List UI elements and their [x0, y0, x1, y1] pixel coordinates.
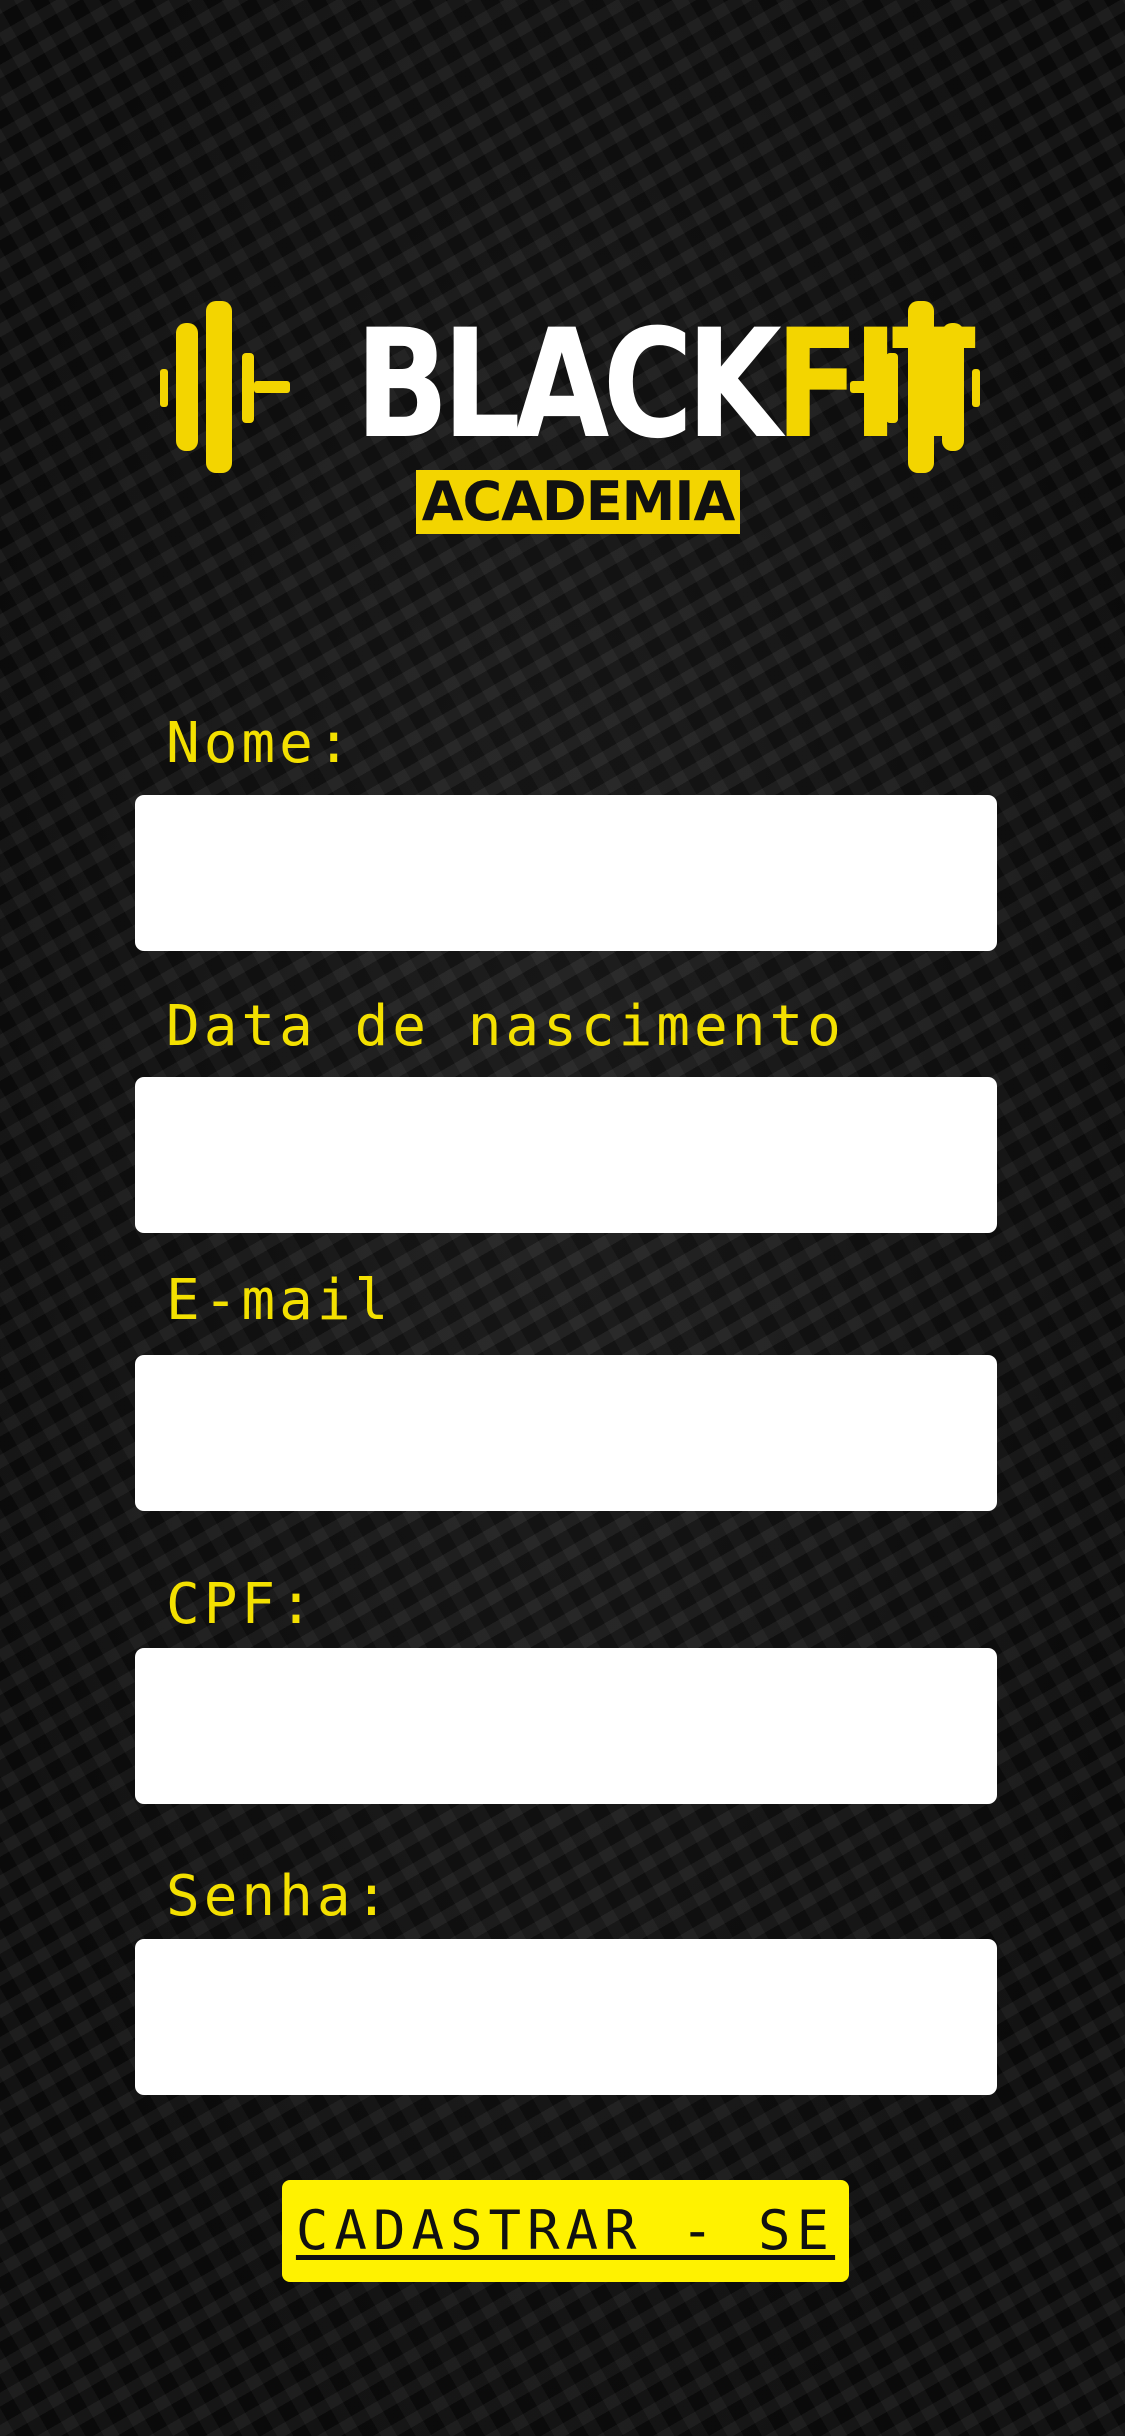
cpf-label: CPF:	[166, 1572, 317, 1637]
senha-input[interactable]	[135, 1939, 997, 2095]
senha-label: Senha:	[166, 1864, 393, 1929]
email-label: E-mail	[166, 1268, 393, 1333]
email-input[interactable]	[135, 1355, 997, 1511]
nascimento-label: Data de nascimento	[166, 994, 845, 1059]
nascimento-input[interactable]	[135, 1077, 997, 1233]
cadastrar-button[interactable]: CADASTRAR - SE	[282, 2180, 849, 2282]
nome-input[interactable]	[135, 795, 997, 951]
nome-label: Nome:	[166, 711, 355, 776]
brand-wordmark: BLACKFIT	[355, 295, 976, 475]
brand-black: BLACK	[355, 298, 782, 472]
blackfit-logo: BLACKFIT ACADEMIA	[160, 295, 980, 545]
signup-screen: BLACKFIT ACADEMIA Nome: Data de nascimen…	[0, 0, 1125, 2436]
cpf-input[interactable]	[135, 1648, 997, 1804]
tagline-academia: ACADEMIA	[416, 470, 740, 534]
dumbbell-left-icon	[160, 301, 290, 473]
dumbbell-right-icon	[850, 301, 980, 473]
